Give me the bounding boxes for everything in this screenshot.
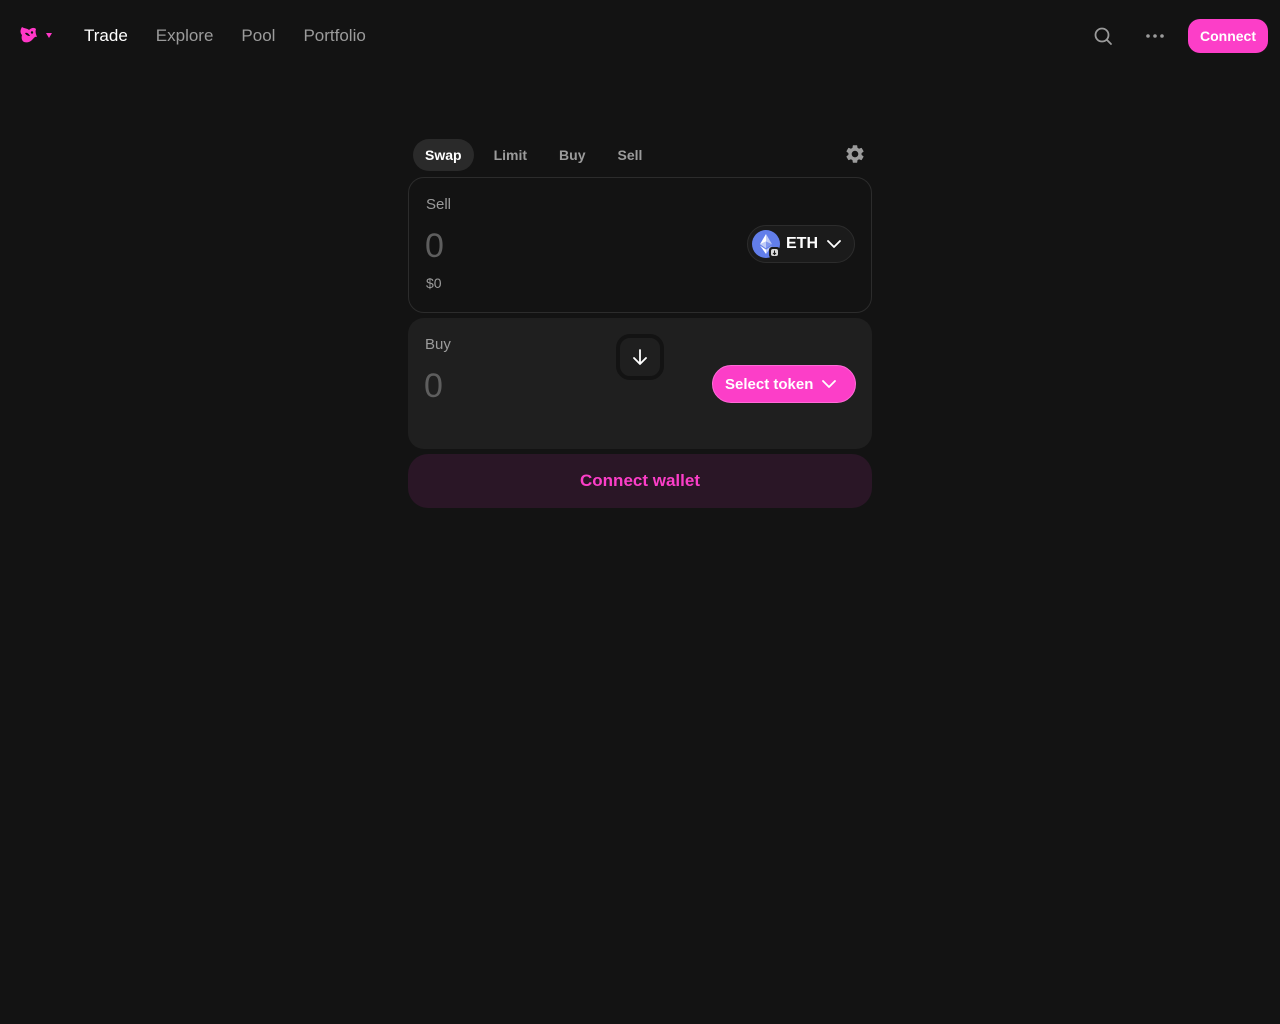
sell-usd-value: $0 bbox=[426, 275, 442, 291]
search-button[interactable] bbox=[1086, 19, 1120, 53]
eth-icon bbox=[752, 230, 780, 258]
logo-menu-button[interactable] bbox=[18, 24, 52, 46]
nav-pool[interactable]: Pool bbox=[241, 25, 275, 47]
sell-panel: Sell $0 bbox=[408, 177, 872, 313]
uniswap-logo bbox=[20, 27, 37, 43]
swap-tabs: Swap Limit Buy Sell bbox=[408, 138, 872, 172]
settings-button[interactable] bbox=[844, 143, 866, 170]
buy-label: Buy bbox=[425, 336, 451, 353]
nav-trade[interactable]: Trade bbox=[84, 25, 128, 47]
sell-token-symbol: ETH bbox=[786, 235, 818, 252]
select-token-button[interactable]: Select token bbox=[712, 365, 856, 403]
sell-amount-input[interactable] bbox=[425, 226, 685, 266]
sell-token-selector[interactable]: ETH bbox=[747, 225, 855, 263]
sell-label: Sell bbox=[426, 196, 452, 213]
chevron-down-icon bbox=[822, 379, 837, 389]
select-token-label: Select token bbox=[725, 375, 814, 393]
tab-sell[interactable]: Sell bbox=[605, 139, 654, 171]
swap-widget: Swap Limit Buy Sell Sell $0 bbox=[408, 138, 872, 508]
more-icon bbox=[1146, 34, 1164, 38]
nav-portfolio[interactable]: Portfolio bbox=[303, 25, 365, 47]
gear-icon bbox=[846, 145, 864, 163]
search-icon bbox=[1094, 27, 1112, 45]
navbar: Trade Explore Pool Portfolio Connect bbox=[0, 0, 1280, 72]
tab-swap[interactable]: Swap bbox=[413, 139, 474, 171]
connect-button[interactable]: Connect bbox=[1188, 19, 1268, 53]
chevron-down-icon bbox=[827, 239, 841, 249]
tab-buy[interactable]: Buy bbox=[547, 139, 597, 171]
arrow-down-icon bbox=[633, 349, 647, 365]
connect-wallet-button[interactable]: Connect wallet bbox=[408, 454, 872, 508]
swap-direction-button[interactable] bbox=[616, 334, 664, 380]
nav-explore[interactable]: Explore bbox=[156, 25, 214, 47]
more-button[interactable] bbox=[1138, 19, 1172, 53]
tab-limit[interactable]: Limit bbox=[482, 139, 539, 171]
chevron-down-icon bbox=[46, 32, 52, 38]
